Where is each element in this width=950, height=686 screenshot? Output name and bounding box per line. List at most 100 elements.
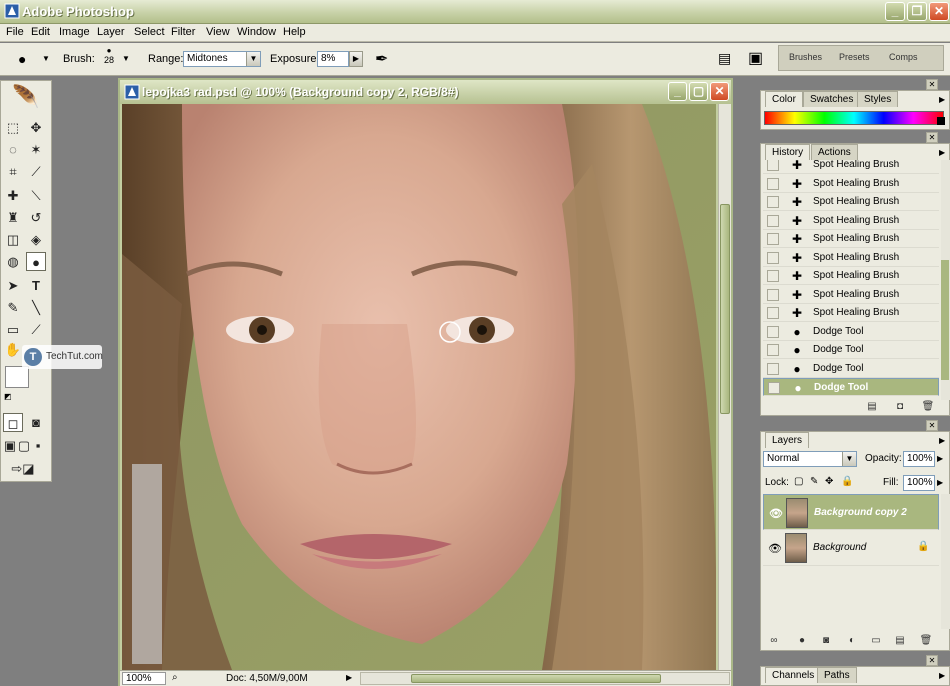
trash-icon[interactable]: 🗑 (919, 635, 933, 647)
default-colors-icon[interactable]: ◩ (4, 392, 12, 401)
tab-layers[interactable]: Layers (765, 432, 810, 448)
adjustment-layer-icon[interactable]: ◐ (845, 635, 859, 647)
well-tab-presets[interactable]: Presets (839, 52, 870, 62)
tool-preset-arrow-icon[interactable]: ▼ (42, 54, 50, 63)
eye-icon[interactable]: 👁 (768, 542, 782, 555)
brush-picker-arrow-icon[interactable]: ▼ (122, 54, 130, 63)
panel-menu-icon[interactable]: ▶ (939, 95, 945, 104)
brush-picker[interactable]: ● 28 (100, 46, 118, 72)
trash-icon[interactable]: 🗑 (921, 401, 935, 413)
range-select[interactable]: Midtones ▼ (183, 51, 261, 67)
history-item[interactable]: ✚ Spot Healing Brush (763, 304, 939, 322)
history-item[interactable]: ● Dodge Tool (763, 341, 939, 359)
menu-select[interactable]: Select (134, 26, 165, 38)
tab-paths[interactable]: Paths (817, 667, 857, 683)
history-source-checkbox[interactable] (767, 288, 779, 301)
doc-minimize-button[interactable]: _ (668, 82, 687, 101)
history-source-checkbox[interactable] (767, 307, 779, 319)
chevron-right-icon[interactable]: ▶ (937, 454, 943, 463)
history-source-checkbox[interactable] (767, 251, 779, 264)
exposure-input[interactable]: 8% (317, 51, 349, 67)
panel-menu-icon[interactable]: ▶ (939, 436, 945, 445)
tab-channels[interactable]: Channels (765, 667, 822, 683)
horizontal-scrollbar[interactable] (360, 672, 730, 685)
layer-mask-icon[interactable]: ◙ (819, 635, 833, 647)
healing-brush-tool-icon[interactable]: ✚ (3, 186, 23, 205)
vertical-scroll-thumb[interactable] (720, 204, 730, 414)
menu-layer[interactable]: Layer (97, 26, 125, 38)
line-tool-icon[interactable]: ╲ (26, 298, 46, 317)
fill-input[interactable]: 100% (903, 475, 935, 491)
panel-menu-icon[interactable]: ▶ (939, 148, 945, 157)
new-layer-icon[interactable]: ▤ (893, 635, 907, 647)
history-item[interactable]: ✚ Spot Healing Brush (763, 230, 939, 248)
history-item[interactable]: ✚ Spot Healing Brush (763, 267, 939, 285)
tab-actions[interactable]: Actions (811, 144, 858, 160)
history-item[interactable]: ✚ Spot Healing Brush (763, 212, 939, 230)
history-item[interactable]: ✚ Spot Healing Brush (763, 249, 939, 267)
tab-styles[interactable]: Styles (857, 91, 899, 107)
chevron-right-icon[interactable]: ▶ (937, 478, 943, 487)
lock-image-icon[interactable]: ✎ (810, 476, 818, 487)
palette-close-icon[interactable]: ✕ (926, 420, 938, 431)
history-source-checkbox[interactable] (767, 362, 779, 375)
vertical-scrollbar[interactable] (718, 104, 731, 670)
history-source-checkbox[interactable] (767, 196, 779, 208)
horizontal-scroll-thumb[interactable] (411, 674, 661, 683)
screen-mode-full-menu-icon[interactable]: ▢ (17, 436, 31, 455)
notes-tool-icon[interactable]: ▭ (3, 320, 23, 339)
link-layers-icon[interactable]: ∞ (767, 635, 781, 647)
tab-swatches[interactable]: Swatches (803, 91, 861, 107)
history-item[interactable]: ● Dodge Tool (763, 360, 939, 378)
dodge-tool-preset-icon[interactable]: ● (18, 51, 26, 67)
menu-edit[interactable]: Edit (31, 26, 50, 38)
close-button[interactable]: ✕ (929, 2, 949, 21)
palette-close-icon[interactable]: ✕ (926, 79, 938, 90)
history-source-checkbox[interactable] (767, 325, 779, 338)
tab-color[interactable]: Color (765, 91, 803, 107)
blend-mode-select[interactable]: Normal ▼ (763, 451, 857, 467)
minimize-button[interactable]: _ (885, 2, 905, 21)
layer-style-icon[interactable]: ● (795, 635, 809, 647)
hand-tool-icon[interactable]: ✋ (3, 340, 23, 359)
screen-mode-full-icon[interactable]: ▪ (31, 436, 45, 455)
history-source-checkbox[interactable] (767, 233, 779, 245)
zoom-field[interactable]: 100% (122, 672, 166, 685)
tab-history[interactable]: History (765, 144, 811, 160)
pen-tool-icon[interactable]: ✎ (3, 298, 23, 317)
lasso-tool-icon[interactable]: ◌ (3, 140, 23, 159)
path-selection-tool-icon[interactable]: ➤ (3, 276, 23, 295)
screen-mode-standard-icon[interactable]: ▣ (3, 436, 17, 455)
panel-menu-icon[interactable]: ▶ (939, 671, 945, 680)
history-item[interactable]: ✚ Spot Healing Brush (763, 160, 939, 174)
menu-image[interactable]: Image (59, 26, 90, 38)
marquee-tool-icon[interactable]: ⬚ (3, 118, 23, 137)
eraser-tool-icon[interactable]: ◫ (3, 230, 23, 249)
quick-mask-icon[interactable]: ◙ (26, 413, 46, 432)
dodge-tool-icon[interactable]: ● (26, 252, 46, 271)
slice-tool-icon[interactable]: ⟋ (26, 162, 46, 181)
palette-close-icon[interactable]: ✕ (926, 132, 938, 143)
lock-position-icon[interactable]: ✥ (825, 476, 833, 487)
layers-scrollbar[interactable] (941, 494, 950, 629)
well-tab-brushes[interactable]: Brushes (789, 52, 822, 62)
palette-well-icon[interactable]: ▣ (748, 48, 763, 68)
history-scroll-thumb[interactable] (941, 260, 949, 380)
restore-button[interactable]: ❐ (907, 2, 927, 21)
status-menu-arrow-icon[interactable]: ▶ (346, 673, 352, 682)
foreground-color-swatch[interactable] (5, 366, 29, 388)
layer-row-background-copy-2[interactable]: 👁 Background copy 2 (763, 494, 939, 530)
crop-tool-icon[interactable]: ⌗ (3, 162, 23, 181)
history-item[interactable]: ✚ Spot Healing Brush (763, 175, 939, 193)
well-tab-comps[interactable]: Comps (889, 52, 918, 62)
file-browser-icon[interactable]: ▤ (718, 50, 731, 67)
history-source-checkbox[interactable] (767, 177, 779, 190)
menu-filter[interactable]: Filter (171, 26, 195, 38)
history-source-checkbox[interactable] (767, 214, 779, 227)
new-document-from-state-icon[interactable]: ▤ (865, 401, 879, 413)
eyedropper-tool-icon[interactable]: ⟋ (26, 320, 46, 339)
history-scrollbar[interactable] (941, 160, 950, 400)
magic-wand-tool-icon[interactable]: ✶ (26, 140, 46, 159)
zoom-icon[interactable]: ⌕ (172, 672, 178, 683)
menu-help[interactable]: Help (283, 26, 306, 38)
